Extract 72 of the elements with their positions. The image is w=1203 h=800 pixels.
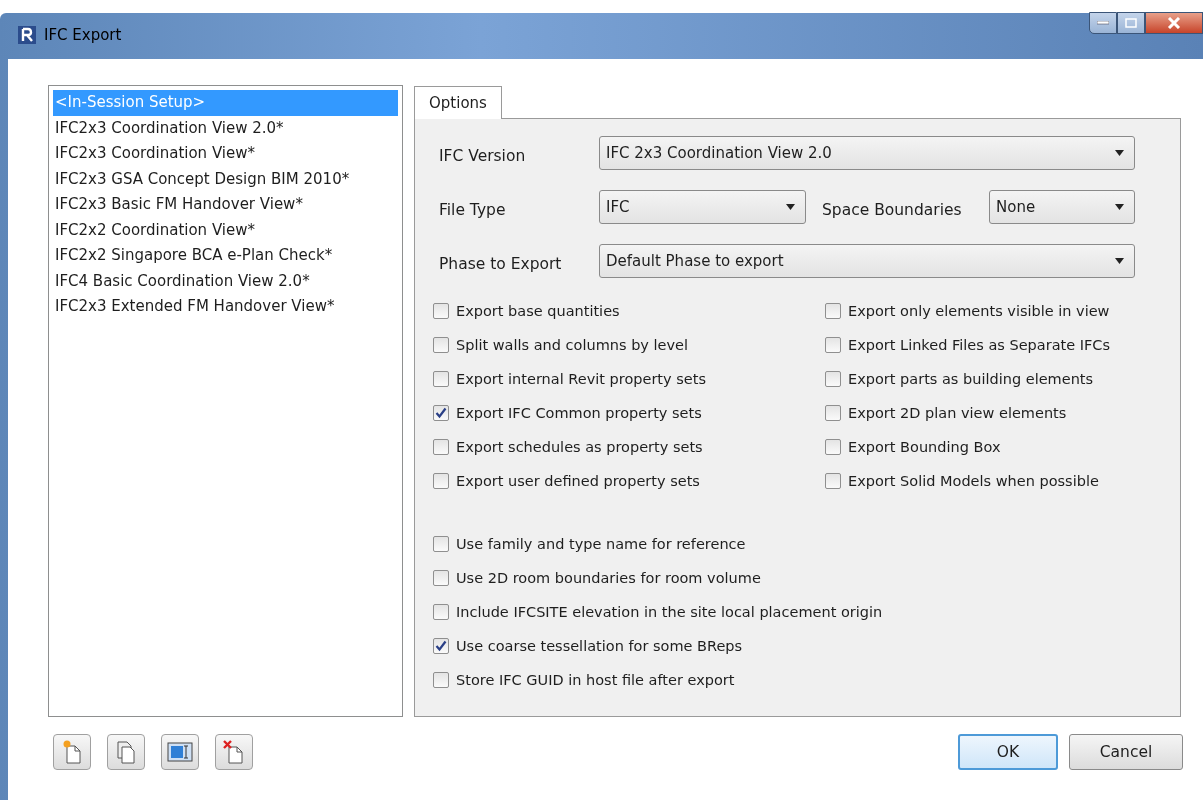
setup-item[interactable]: IFC2x3 Basic FM Handover View*: [53, 192, 398, 218]
checkbox-label: Store IFC GUID in host file after export: [456, 672, 735, 688]
copy-button[interactable]: [107, 734, 145, 770]
dialog-button[interactable]: Cancel: [1069, 734, 1183, 770]
checkbox-label: Use 2D room boundaries for room volume: [456, 570, 761, 586]
checkbox[interactable]: [433, 604, 449, 620]
maximize-icon: [1125, 18, 1137, 28]
checkbox-label: Include IFCSITE elevation in the site local placement origin: [456, 604, 883, 620]
checkbox-label: Export IFC Common property sets: [456, 405, 702, 421]
dropdown-arrow-icon: [1115, 258, 1124, 264]
dropdown[interactable]: IFC 2x3 Coordination View 2.0: [599, 136, 1135, 170]
field-label: File Type: [438, 200, 507, 219]
setup-item[interactable]: IFC2x2 Singapore BCA e-Plan Check*: [53, 243, 398, 269]
setup-item[interactable]: IFC2x2 Coordination View*: [53, 217, 398, 243]
checkbox[interactable]: [433, 473, 449, 489]
setup-item[interactable]: IFC2x3 GSA Concept Design BIM 2010*: [53, 166, 398, 192]
close-icon: [1167, 17, 1181, 29]
field-label: Space Boundaries: [822, 200, 963, 219]
checkbox[interactable]: [825, 439, 841, 455]
delete-file-icon: [222, 739, 246, 765]
checkbox-label: Export only elements visible in view: [848, 303, 1110, 319]
checkbox-label: Export internal Revit property sets: [456, 371, 706, 387]
checkbox-label: Export parts as building elements: [848, 371, 1094, 387]
close-button[interactable]: [1145, 12, 1203, 34]
checkbox[interactable]: [433, 405, 449, 421]
checkbox[interactable]: [433, 638, 449, 654]
dropdown-arrow-icon: [1115, 150, 1124, 156]
setup-item[interactable]: IFC2x3 Coordination View*: [53, 141, 398, 167]
checkbox[interactable]: [433, 371, 449, 387]
checkbox-label: Use family and type name for reference: [456, 536, 746, 552]
checkbox[interactable]: [433, 439, 449, 455]
checkbox-label: Export schedules as property sets: [456, 439, 703, 455]
dropdown-arrow-icon: [1115, 204, 1124, 210]
dropdown-arrow-icon: [786, 204, 795, 210]
minimize-icon: [1097, 21, 1109, 25]
rename-icon: [167, 742, 193, 762]
checkbox[interactable]: [433, 337, 449, 353]
setup-item[interactable]: IFC2x3 Coordination View 2.0*: [53, 115, 398, 141]
checkbox-label: Export Bounding Box: [848, 439, 1001, 455]
copy-icon: [114, 739, 138, 765]
checkbox-label: Export Solid Models when possible: [848, 473, 1099, 489]
rename-button[interactable]: [161, 734, 199, 770]
checkbox[interactable]: [433, 570, 449, 586]
checkbox[interactable]: [825, 303, 841, 319]
checkbox-label: Export user defined property sets: [456, 473, 700, 489]
setup-item[interactable]: IFC2x3 Extended FM Handover View*: [53, 294, 398, 320]
checkbox-label: Use coarse tessellation for some BReps: [456, 638, 743, 654]
checkbox[interactable]: [433, 536, 449, 552]
checkbox[interactable]: [825, 371, 841, 387]
checkbox-label: Export base quantities: [456, 303, 620, 319]
dropdown[interactable]: IFC: [599, 190, 806, 224]
checkbox[interactable]: [433, 672, 449, 688]
dropdown[interactable]: Default Phase to export: [599, 244, 1135, 278]
checkbox[interactable]: [825, 405, 841, 421]
new-file-button[interactable]: [53, 734, 91, 770]
app-logo-icon: [18, 26, 36, 44]
window-title: IFC Export: [44, 26, 122, 44]
delete-button[interactable]: [215, 734, 253, 770]
dialog-button[interactable]: OK: [958, 734, 1058, 770]
checkbox-label: Export Linked Files as Separate IFCs: [848, 337, 1111, 353]
checkbox-label: Export 2D plan view elements: [848, 405, 1067, 421]
checkbox-label: Split walls and columns by level: [456, 337, 689, 353]
dropdown[interactable]: None: [989, 190, 1135, 224]
checkbox[interactable]: [433, 303, 449, 319]
minimize-button[interactable]: [1089, 12, 1117, 34]
field-label: IFC Version: [438, 146, 527, 165]
checkbox[interactable]: [825, 473, 841, 489]
field-label: Phase to Export: [438, 254, 563, 273]
maximize-button[interactable]: [1117, 12, 1145, 34]
checkbox[interactable]: [825, 337, 841, 353]
setup-item[interactable]: IFC4 Basic Coordination View 2.0*: [53, 268, 398, 294]
tab[interactable]: Options: [414, 86, 502, 119]
